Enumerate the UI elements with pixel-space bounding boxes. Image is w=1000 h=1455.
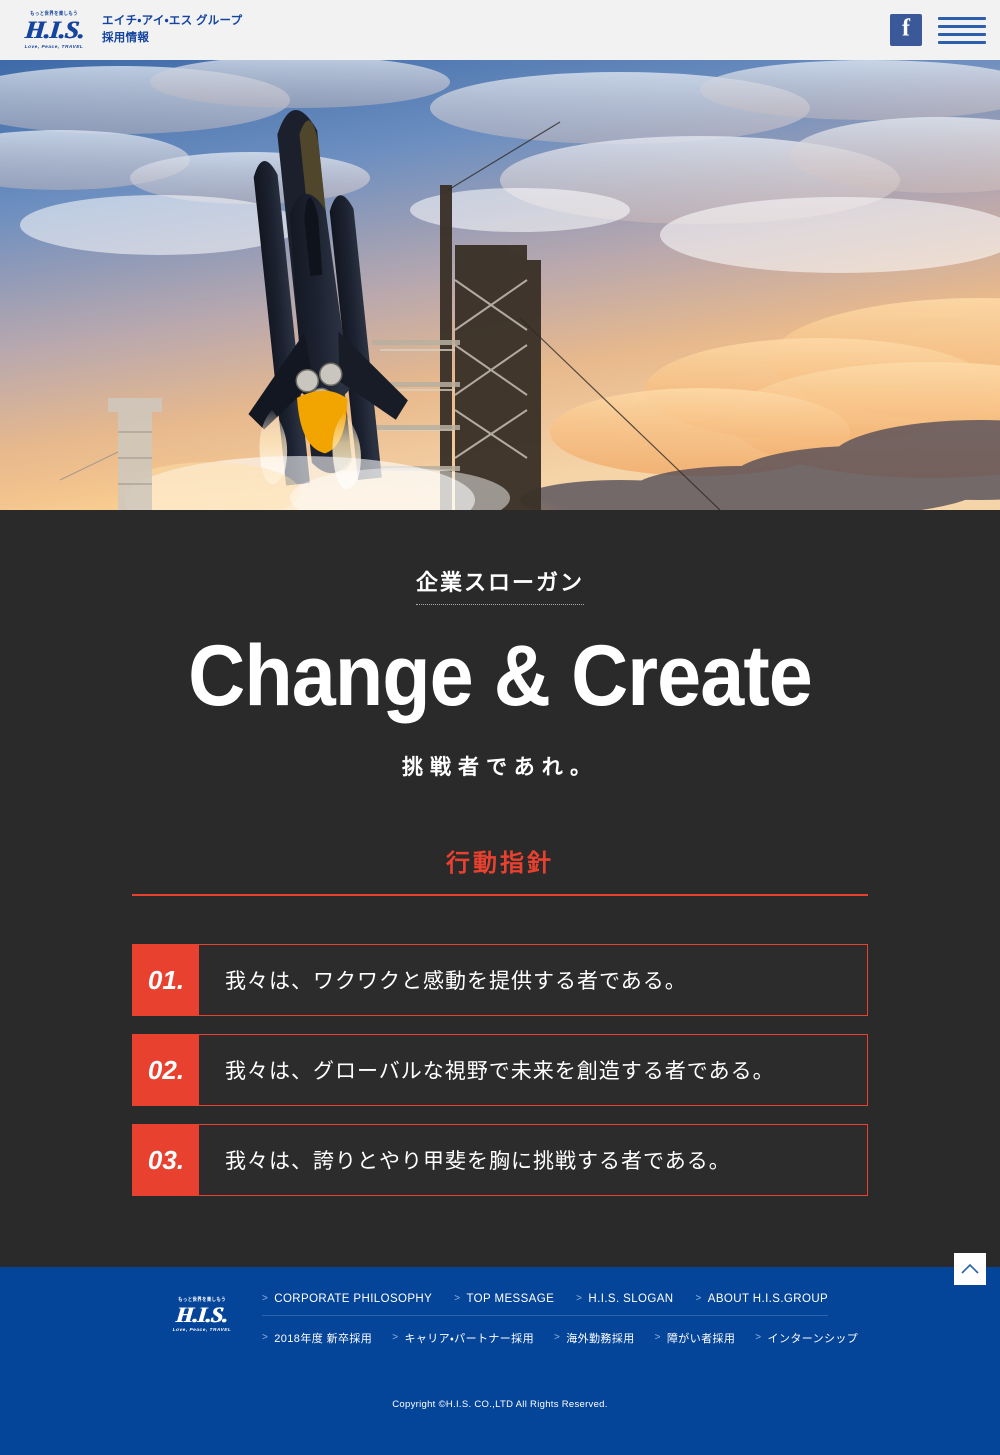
site-header: もっと世界を楽しもう H.I.S. Love, Peace, TRAVEL エイ… xyxy=(0,0,1000,60)
footer-link-label: TOP MESSAGE xyxy=(466,1293,555,1305)
footer-link-overseas[interactable]: > 海外勤務採用 xyxy=(554,1330,635,1346)
hamburger-line xyxy=(938,16,986,20)
slogan-label-wrap: 企業スローガン xyxy=(0,565,1000,605)
chevron-right-icon: > xyxy=(392,1332,399,1343)
footer-his-logo[interactable]: もっと世界を楽しもう H.I.S. Love, Peace, TRAVEL xyxy=(160,1285,244,1333)
policy-text: 我々は、誇りとやり甲斐を胸に挑戦する者である。 xyxy=(225,1149,731,1174)
copyright-text: Copyright ©H.I.S. CO.,LTD All Rights Res… xyxy=(392,1399,608,1410)
footer-content: もっと世界を楽しもう H.I.S. Love, Peace, TRAVEL > … xyxy=(0,1285,1000,1346)
footer-link-label: 海外勤務採用 xyxy=(566,1333,635,1345)
footer-logo-wordmark: H.I.S. xyxy=(175,1302,230,1327)
slogan-label: 企業スローガン xyxy=(415,565,584,605)
footer-link-label: H.I.S. SLOGAN xyxy=(588,1293,674,1305)
slogan-subtitle: 挑戦者であれ。 xyxy=(402,756,598,780)
policy-divider xyxy=(132,894,868,897)
footer-link-career-partner[interactable]: > キャリア・パートナー採用 xyxy=(392,1330,534,1346)
footer-link-label: インターンシップ xyxy=(767,1333,859,1345)
logo-subline: Love, Peace, TRAVEL xyxy=(24,44,84,50)
site-footer: もっと世界を楽しもう H.I.S. Love, Peace, TRAVEL > … xyxy=(0,1267,1000,1455)
page-root: もっと世界を楽しもう H.I.S. Love, Peace, TRAVEL エイ… xyxy=(0,0,1000,1455)
chevron-right-icon: > xyxy=(454,1293,461,1304)
slogan-title: Change & Create xyxy=(188,628,813,724)
footer-link-disability[interactable]: > 障がい者採用 xyxy=(655,1330,736,1346)
footer-link-label: 障がい者採用 xyxy=(666,1333,736,1345)
brand-text: エイチ・アイ・エス グループ 採用情報 xyxy=(102,13,242,46)
footer-link-internship[interactable]: > インターンシップ xyxy=(755,1330,858,1346)
policy-number: 02. xyxy=(133,1035,199,1106)
footer-link-label: キャリア・パートナー採用 xyxy=(404,1333,534,1345)
brand-lockup[interactable]: もっと世界を楽しもう H.I.S. Love, Peace, TRAVEL エイ… xyxy=(14,7,242,53)
footer-link-label: CORPORATE PHILOSOPHY xyxy=(274,1293,433,1305)
chevron-right-icon: > xyxy=(695,1293,702,1304)
slogan-section: 企業スローガン Change & Create 挑戦者であれ。 行動指針 01.… xyxy=(0,510,1000,1267)
footer-nav-row-secondary: > 2018年度 新卒採用 > キャリア・パートナー採用 > 海外勤務採用 > … xyxy=(262,1316,878,1346)
footer-link-corporate-philosophy[interactable]: > CORPORATE PHILOSOPHY xyxy=(262,1293,432,1305)
footer-nav-row-primary: > CORPORATE PHILOSOPHY > TOP MESSAGE > H… xyxy=(262,1293,828,1316)
footer-logo-subline: Love, Peace, TRAVEL xyxy=(172,1328,232,1333)
policy-text: 我々は、グローバルな視野で未来を創造する者である。 xyxy=(225,1059,775,1084)
hero-image xyxy=(0,60,1000,510)
footer-link-new-graduate-2018[interactable]: > 2018年度 新卒採用 xyxy=(262,1330,372,1346)
chevron-right-icon: > xyxy=(262,1332,269,1343)
chevron-up-icon xyxy=(961,1263,979,1274)
hamburger-line xyxy=(938,32,986,36)
footer-link-label: ABOUT H.I.S.GROUP xyxy=(707,1293,829,1305)
chevron-right-icon: > xyxy=(553,1332,561,1343)
chevron-right-icon: > xyxy=(262,1293,269,1304)
policy-number: 03. xyxy=(133,1125,199,1196)
header-actions xyxy=(890,0,986,60)
hero-illustration xyxy=(0,60,1000,510)
logo-wordmark: H.I.S. xyxy=(23,16,85,44)
his-logo[interactable]: もっと世界を楽しもう H.I.S. Love, Peace, TRAVEL xyxy=(14,7,94,53)
chevron-right-icon: > xyxy=(755,1332,762,1343)
hamburger-line xyxy=(938,24,986,28)
facebook-icon[interactable] xyxy=(890,14,922,46)
hamburger-menu-icon[interactable] xyxy=(938,13,986,47)
policy-item: 01. 我々は、ワクワクと感動を提供する者である。 xyxy=(132,944,868,1017)
scroll-to-top-button[interactable] xyxy=(954,1253,986,1285)
policy-text: 我々は、ワクワクと感動を提供する者である。 xyxy=(225,969,687,994)
chevron-right-icon: > xyxy=(576,1293,583,1304)
policy-number: 01. xyxy=(133,945,199,1016)
policy-item: 03. 我々は、誇りとやり甲斐を胸に挑戦する者である。 xyxy=(132,1124,868,1197)
footer-navigation: > CORPORATE PHILOSOPHY > TOP MESSAGE > H… xyxy=(262,1285,878,1346)
policy-list: 01. 我々は、ワクワクと感動を提供する者である。 02. 我々は、グローバルな… xyxy=(132,944,868,1197)
brand-line-1: エイチ・アイ・エス グループ xyxy=(102,15,243,28)
footer-link-top-message[interactable]: > TOP MESSAGE xyxy=(454,1293,554,1305)
hamburger-line xyxy=(938,40,986,44)
policy-heading: 行動指針 xyxy=(446,850,554,878)
footer-link-about-his-group[interactable]: > ABOUT H.I.S.GROUP xyxy=(696,1293,829,1305)
policy-item: 02. 我々は、グローバルな視野で未来を創造する者である。 xyxy=(132,1034,868,1107)
brand-line-2: 採用情報 xyxy=(102,32,150,44)
footer-link-label: 2018年度 新卒採用 xyxy=(274,1333,373,1345)
footer-link-his-slogan[interactable]: > H.I.S. SLOGAN xyxy=(576,1293,673,1305)
chevron-right-icon: > xyxy=(654,1332,661,1343)
